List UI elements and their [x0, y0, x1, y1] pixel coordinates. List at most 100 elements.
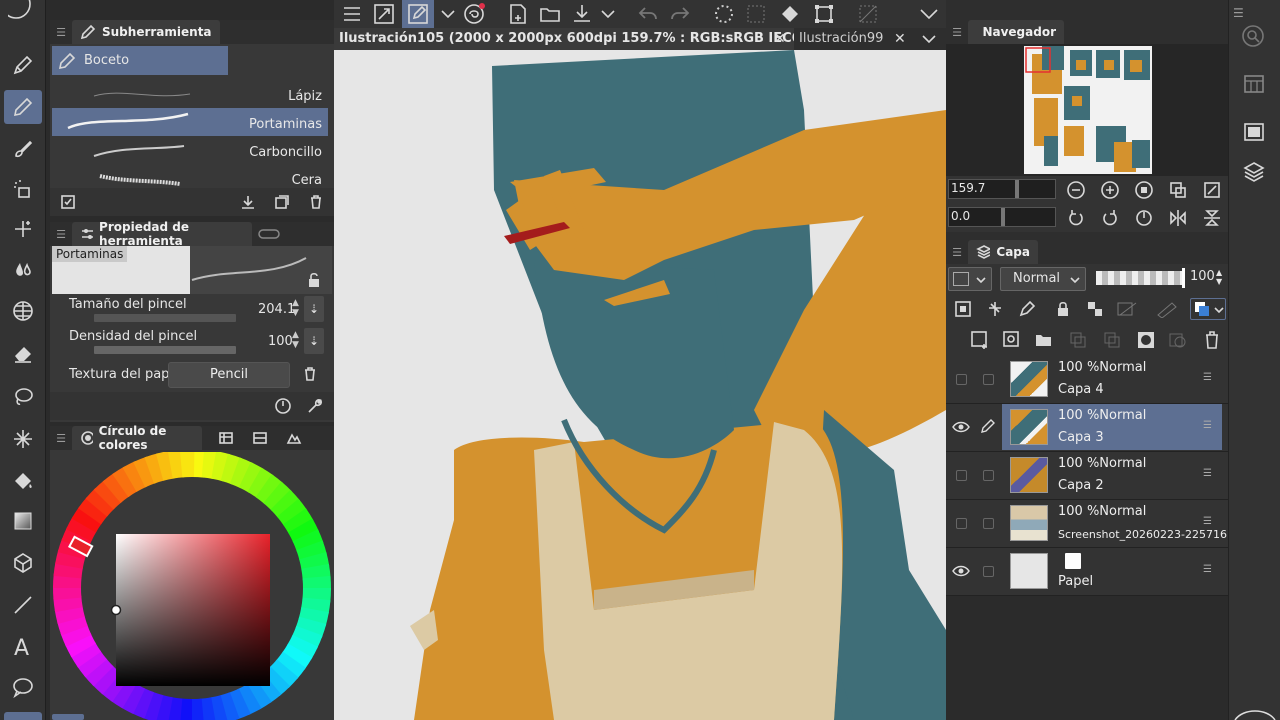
layer-row[interactable]: Papel ☰	[946, 548, 1228, 596]
drawing-canvas[interactable]	[334, 50, 946, 720]
eye-icon[interactable]	[952, 420, 970, 434]
brush-density-slider[interactable]	[94, 346, 236, 354]
line-tool-icon[interactable]	[4, 588, 42, 622]
flip-horizontal-icon[interactable]	[1168, 208, 1188, 228]
color-set-tab-icon[interactable]	[218, 430, 234, 446]
drag-handle-icon[interactable]: ☰	[1203, 468, 1212, 479]
assist-icon[interactable]	[462, 2, 486, 26]
brush-item[interactable]: Lápiz	[52, 80, 328, 108]
actual-size-icon[interactable]	[1134, 180, 1154, 200]
zoom-out-icon[interactable]	[1066, 180, 1086, 200]
mesh-transform-icon[interactable]	[4, 294, 42, 328]
layer-body[interactable]: 100 %Normal Capa 3 ☰	[1002, 404, 1222, 450]
navigator-tab[interactable]: Navegador	[968, 20, 1064, 44]
layer-row[interactable]: 100 %Normal Screenshot_20260223-225716 ☰	[946, 500, 1228, 548]
balloon-tool-icon[interactable]	[4, 670, 42, 704]
approximate-color-tab-icon[interactable]	[286, 430, 302, 446]
rotate-left-icon[interactable]	[1066, 208, 1086, 228]
new-raster-layer-icon[interactable]	[970, 330, 990, 350]
color-wheel[interactable]	[50, 452, 334, 720]
brush-density-menu-button[interactable]: ⇣	[304, 328, 324, 354]
eraser-tool-icon[interactable]	[4, 336, 42, 370]
brush-size-stepper[interactable]: ▲ ▼	[292, 298, 299, 318]
trash-icon[interactable]	[1202, 330, 1222, 350]
apply-mask-icon[interactable]	[1168, 330, 1188, 350]
document-tab-active[interactable]: Ilustración105 (2000 x 2000px 600dpi 159…	[334, 28, 794, 50]
brush-item[interactable]: Carboncillo	[52, 136, 328, 164]
blend-mode-select[interactable]: Normal	[1000, 267, 1086, 291]
lasso-tool-icon[interactable]	[4, 380, 42, 414]
layer-row[interactable]: 100 %Normal Capa 2 ☰	[946, 452, 1228, 500]
brush-density-value[interactable]: 100	[268, 334, 293, 349]
clear-icon[interactable]	[744, 2, 768, 26]
panel-grip-icon[interactable]: ☰	[50, 432, 72, 445]
3d-figure-icon[interactable]	[4, 546, 42, 580]
undo-icon[interactable]	[636, 2, 660, 26]
brush-item[interactable]: Portaminas	[52, 108, 328, 136]
layer-row[interactable]: 100 %Normal Capa 4 ☰	[946, 356, 1228, 404]
panel-grip-icon[interactable]: ☰	[946, 246, 968, 259]
brush-size-menu-button[interactable]: ⇣	[304, 296, 324, 322]
pencil-tool-icon[interactable]	[4, 90, 42, 124]
brush-size-slider[interactable]	[94, 314, 236, 322]
layers-icon[interactable]	[1242, 160, 1266, 184]
visibility-toggle[interactable]	[956, 470, 967, 481]
reference-layer-icon[interactable]	[986, 300, 1004, 318]
zoom-slider[interactable]: 159.7	[948, 179, 1056, 199]
clip-layer-icon[interactable]	[954, 300, 972, 318]
layer-color-dropdown[interactable]	[948, 267, 992, 291]
zoom-slider-handle[interactable]	[1015, 180, 1019, 198]
rotate-right-icon[interactable]	[1100, 208, 1120, 228]
panel-grip-icon[interactable]: ☰	[50, 228, 72, 241]
layer-panel-tab[interactable]: Capa	[968, 240, 1038, 264]
visibility-toggle[interactable]	[956, 374, 967, 385]
chevron-down-icon[interactable]	[918, 4, 940, 24]
document-tab[interactable]: Ilustración99	[794, 28, 894, 50]
material-icon[interactable]	[1242, 72, 1266, 96]
panel-grip-icon[interactable]: ☰	[1233, 6, 1244, 20]
panel-grip-icon[interactable]: ☰	[50, 26, 72, 39]
close-tab-icon[interactable]: ✕	[894, 31, 906, 47]
fit-screen-icon[interactable]	[372, 2, 396, 26]
auto-select-icon[interactable]	[4, 422, 42, 456]
lock-icon[interactable]	[306, 272, 322, 288]
wrench-icon[interactable]	[306, 397, 324, 415]
fit-to-window-icon[interactable]	[1168, 180, 1188, 200]
draft-layer-icon[interactable]	[1018, 300, 1036, 318]
opacity-stepper[interactable]: ▲ ▼	[1216, 268, 1222, 286]
navigator-preview[interactable]	[946, 44, 1228, 176]
eye-icon[interactable]	[952, 564, 970, 578]
airbrush-tool-icon[interactable]	[4, 172, 42, 206]
lock-transparency-icon[interactable]	[1086, 300, 1104, 318]
tool-property-tab[interactable]: Propiedad de herramienta	[72, 220, 252, 248]
new-vector-layer-icon[interactable]	[1002, 330, 1022, 350]
copy-layer-icon[interactable]	[1102, 330, 1122, 350]
opacity-value[interactable]: 100	[1190, 269, 1215, 284]
brush-size-value[interactable]: 204.1	[258, 302, 295, 317]
reset-rotation-icon[interactable]	[1134, 208, 1154, 228]
lock-icon[interactable]	[1054, 300, 1072, 318]
flip-vertical-icon[interactable]	[1202, 208, 1222, 228]
search-icon[interactable]	[1241, 24, 1267, 50]
color-wheel-tab[interactable]: Círculo de colores	[72, 424, 202, 452]
import-icon[interactable]	[240, 194, 256, 210]
merge-down-icon[interactable]	[1068, 330, 1088, 350]
layer-color-button[interactable]	[1190, 298, 1226, 320]
save-icon[interactable]	[570, 2, 594, 26]
gradient-tool-icon[interactable]	[4, 504, 42, 538]
rotation-slider-handle[interactable]	[1001, 208, 1005, 226]
new-canvas-icon[interactable]	[506, 2, 530, 26]
chevron-down-icon[interactable]	[920, 31, 938, 47]
lock-toggle[interactable]	[983, 374, 994, 385]
menu-icon[interactable]	[340, 2, 364, 26]
lock-toggle[interactable]	[983, 518, 994, 529]
brush-tool-icon[interactable]	[4, 132, 42, 166]
subtool-tab[interactable]: Subherramienta	[72, 20, 220, 44]
drag-handle-icon[interactable]: ☰	[1203, 372, 1212, 383]
new-folder-icon[interactable]	[1034, 330, 1054, 350]
trash-icon[interactable]	[308, 194, 324, 210]
pen-tool-icon[interactable]	[4, 48, 42, 82]
close-tab-icon[interactable]: ✕	[774, 31, 786, 47]
duplicate-icon[interactable]	[274, 194, 290, 210]
panel-grip-icon[interactable]: ☰	[946, 26, 968, 39]
